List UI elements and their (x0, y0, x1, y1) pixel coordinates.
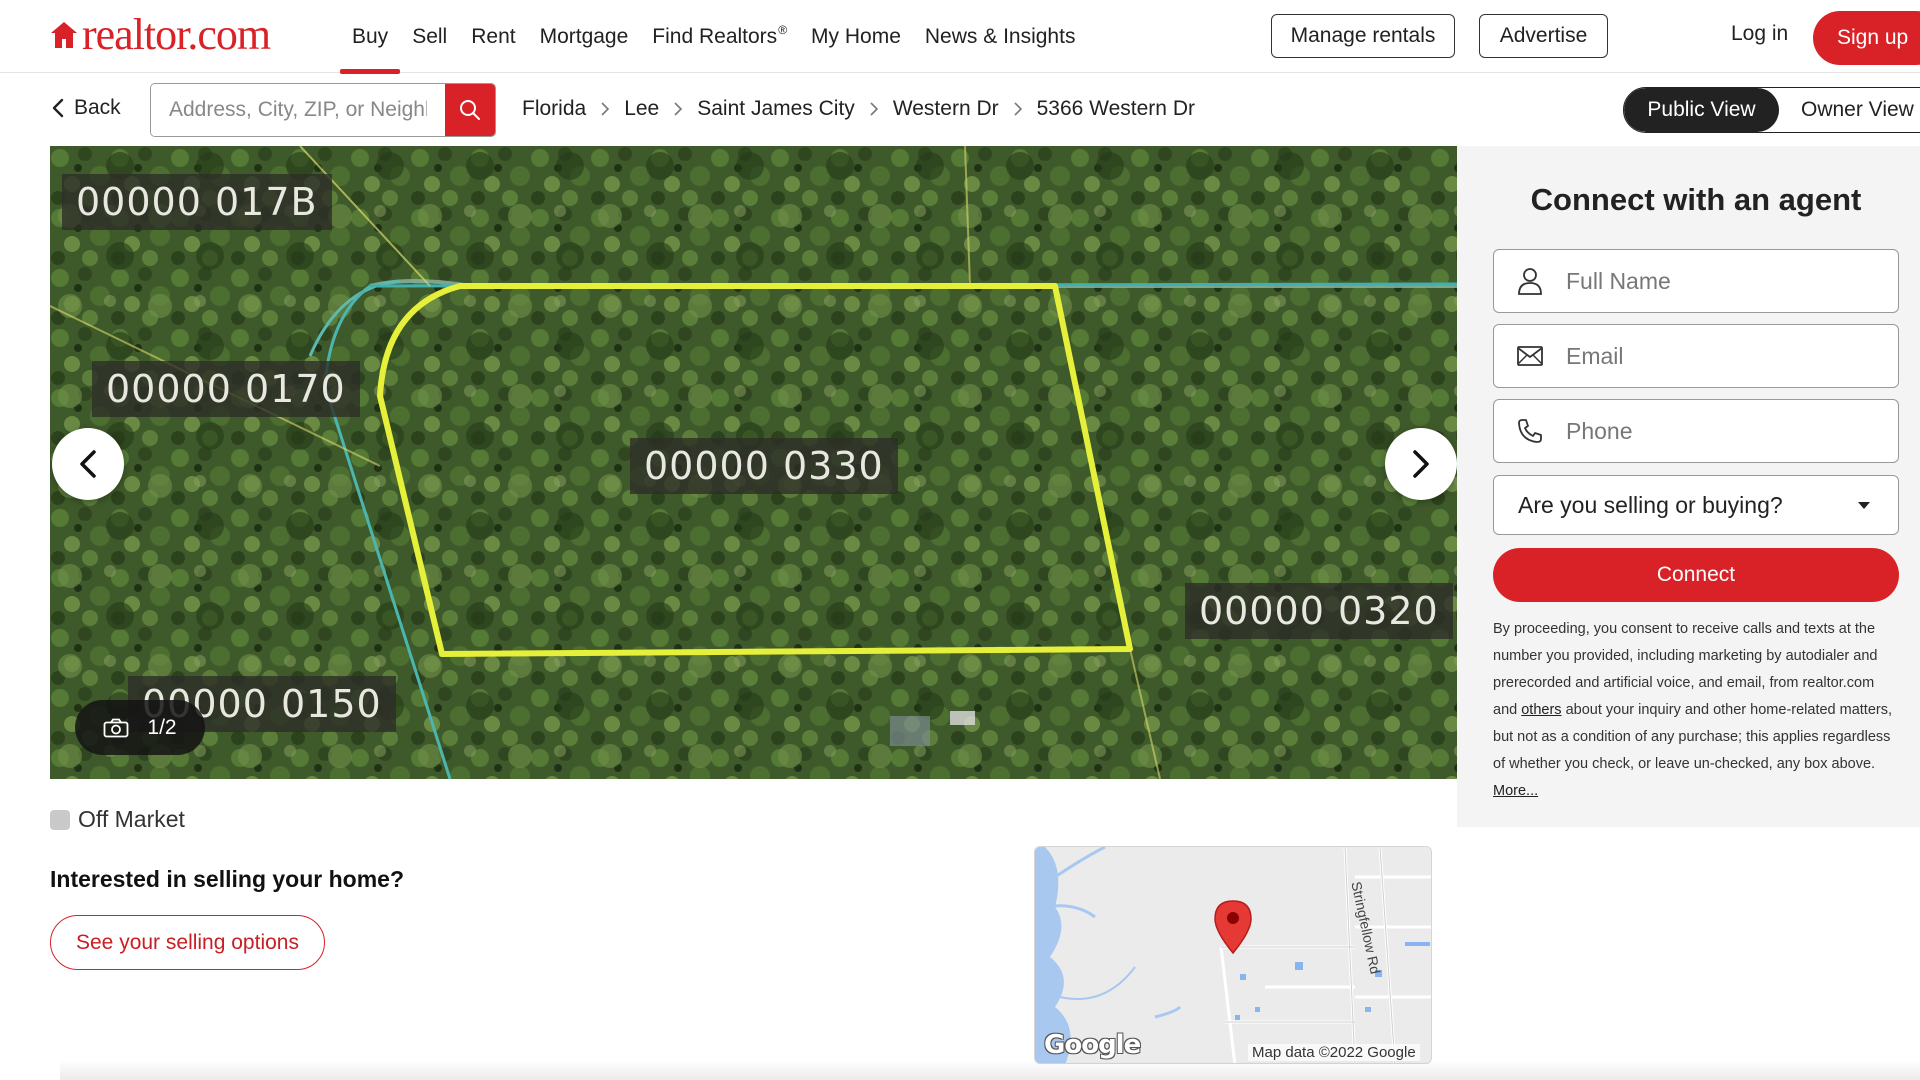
nav-label: Find Realtors (652, 24, 778, 48)
breadcrumb-western-dr[interactable]: Western Dr (893, 97, 999, 121)
phone-input[interactable] (1566, 417, 1898, 445)
selling-question: Interested in selling your home? (50, 866, 405, 892)
view-toggle: Public View Owner View (1623, 87, 1920, 133)
others-link[interactable]: others (1521, 702, 1561, 718)
nav-buy[interactable]: Buy (340, 0, 401, 74)
listing-status: Off Market (50, 806, 185, 833)
search-icon (460, 100, 480, 120)
google-logo: Google (1044, 1030, 1141, 1060)
nav-label: Mortgage (539, 24, 629, 48)
parcel-label: 00000 0330 (630, 438, 898, 494)
envelope-icon (1517, 346, 1543, 366)
selling-options-button[interactable]: See your selling options (50, 915, 325, 970)
full-name-field (1493, 249, 1899, 313)
nav-news-insights[interactable]: News & Insights (913, 0, 1088, 73)
select-value: Are you selling or buying? (1518, 491, 1783, 518)
camera-icon (103, 718, 129, 737)
main-nav: Buy Sell Rent Mortgage Find Realtors ® My… (340, 0, 1088, 74)
public-view-toggle[interactable]: Public View (1624, 88, 1779, 132)
breadcrumb-florida[interactable]: Florida (522, 97, 586, 121)
chevron-left-icon (80, 450, 96, 478)
previous-photo-button[interactable] (52, 428, 124, 500)
nav-label: Rent (471, 24, 516, 48)
selling-or-buying-select[interactable]: Are you selling or buying? (1493, 475, 1899, 535)
nav-label: Buy (352, 24, 389, 48)
full-name-input[interactable] (1566, 267, 1898, 295)
connect-button[interactable]: Connect (1493, 548, 1899, 602)
email-input[interactable] (1566, 342, 1898, 370)
caret-down-icon (1858, 502, 1870, 509)
consent-text: By proceeding, you consent to receive ca… (1493, 616, 1899, 805)
map-attribution: Map data ©2022 Google (1248, 1044, 1420, 1061)
nav-label: News & Insights (924, 24, 1076, 48)
chevron-right-icon (1014, 102, 1022, 116)
site-header: realtor.com Buy Sell Rent Mortgage Find … (0, 0, 1920, 74)
parcel-label: 00000 017B (62, 174, 332, 230)
back-button[interactable]: Back (52, 96, 121, 120)
next-photo-button[interactable] (1385, 428, 1457, 500)
logo-text: realtor.com (82, 10, 271, 59)
search-box (150, 83, 496, 137)
nav-mortgage[interactable]: Mortgage (528, 0, 641, 73)
breadcrumb-address: 5366 Western Dr (1036, 97, 1195, 120)
chevron-left-icon (52, 98, 64, 118)
chevron-right-icon (870, 102, 878, 116)
more-link[interactable]: More... (1493, 783, 1538, 799)
user-icon (1518, 268, 1542, 295)
property-photo[interactable]: 00000 017B 00000 0170 00000 0330 00000 0… (50, 146, 1457, 779)
chevron-right-icon (601, 102, 610, 116)
search-input[interactable] (151, 84, 445, 136)
manage-rentals-button[interactable]: Manage rentals (1271, 14, 1455, 58)
registered-mark: ® (778, 22, 788, 37)
nav-my-home[interactable]: My Home (799, 0, 913, 73)
owner-view-toggle[interactable]: Owner View (1779, 88, 1920, 132)
agent-contact-panel: Connect with an agent Are you selling or… (1457, 146, 1920, 827)
parcel-label: 00000 0170 (92, 361, 360, 417)
login-link[interactable]: Log in (1731, 22, 1788, 46)
nav-sell[interactable]: Sell (400, 0, 459, 73)
nav-find-realtors[interactable]: Find Realtors ® (640, 0, 799, 73)
back-label: Back (74, 96, 121, 119)
breadcrumb-saint-james-city[interactable]: Saint James City (697, 97, 855, 121)
photo-counter[interactable]: 1/2 (75, 700, 205, 755)
agent-panel-title: Connect with an agent (1530, 182, 1862, 217)
status-text: Off Market (78, 806, 185, 832)
breadcrumb-lee[interactable]: Lee (624, 97, 659, 121)
nav-rent[interactable]: Rent (459, 0, 527, 73)
nav-label: My Home (811, 24, 901, 48)
map-pin-icon (1214, 900, 1252, 955)
nav-label: Sell (412, 24, 448, 48)
chevron-right-icon (674, 102, 683, 116)
email-field (1493, 324, 1899, 388)
signup-button[interactable]: Sign up (1813, 11, 1920, 65)
phone-field (1493, 399, 1899, 463)
chevron-right-icon (1413, 450, 1429, 478)
search-button[interactable] (445, 84, 495, 136)
advertise-button[interactable]: Advertise (1479, 14, 1608, 58)
realtor-logo[interactable]: realtor.com (50, 10, 271, 59)
parcel-label: 00000 0320 (1185, 583, 1453, 639)
photo-counter-text: 1/2 (147, 715, 177, 739)
bottom-shadow (60, 1060, 1920, 1080)
breadcrumb: Florida Lee Saint James City Western Dr … (522, 97, 1195, 121)
status-indicator (50, 809, 70, 830)
house-logo-icon (51, 22, 77, 48)
phone-icon (1518, 419, 1542, 443)
